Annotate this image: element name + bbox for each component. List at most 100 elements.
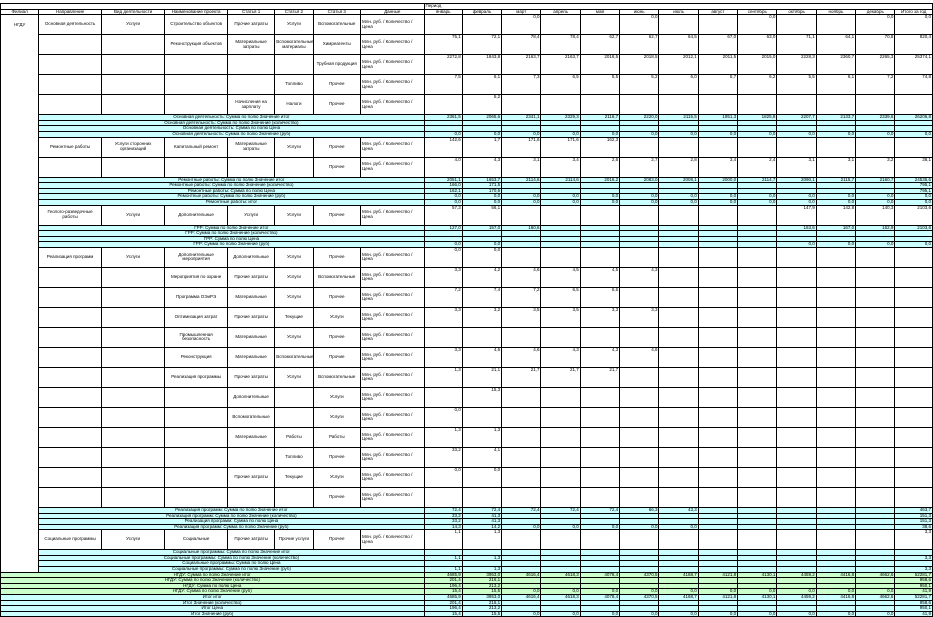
value-cell[interactable] <box>737 406 778 428</box>
category-cell[interactable]: Материальные <box>226 286 276 308</box>
value-cell[interactable] <box>894 326 933 348</box>
category-cell[interactable]: Материальные затраты <box>226 34 276 56</box>
value-cell[interactable] <box>658 406 699 428</box>
value-cell[interactable]: 0,0 <box>619 610 660 617</box>
value-cell[interactable]: 0,0 <box>540 610 581 617</box>
category-cell[interactable]: Вспомогательные <box>312 366 361 388</box>
category-cell[interactable] <box>38 306 102 328</box>
value-cell[interactable]: 2163,7 <box>540 54 581 76</box>
value-cell[interactable] <box>540 14 581 36</box>
category-cell[interactable] <box>100 266 166 288</box>
value-cell[interactable]: 1,3 <box>423 426 463 448</box>
value-cell[interactable] <box>815 136 857 158</box>
category-cell[interactable]: Реализация программы <box>164 366 228 388</box>
value-cell[interactable] <box>855 306 896 328</box>
value-cell[interactable] <box>737 446 778 468</box>
value-cell[interactable]: 0,0 <box>579 610 621 617</box>
value-cell[interactable] <box>815 486 857 508</box>
value-cell[interactable] <box>540 406 581 428</box>
category-cell[interactable]: Дополнительные <box>164 204 228 226</box>
category-cell[interactable]: Прочее <box>312 136 361 158</box>
value-cell[interactable]: 171,6 <box>501 136 542 158</box>
value-cell[interactable]: 7,5 <box>423 74 463 96</box>
value-cell[interactable]: 5,2 <box>461 94 503 116</box>
value-cell[interactable] <box>697 406 739 428</box>
category-cell[interactable] <box>100 74 166 96</box>
value-cell[interactable]: 2,8 <box>658 156 699 178</box>
value-cell[interactable] <box>697 466 739 488</box>
value-cell[interactable]: 0,0 <box>855 14 896 36</box>
category-cell[interactable]: Прочие затраты <box>226 14 276 36</box>
value-cell[interactable] <box>579 386 621 408</box>
category-cell[interactable]: Услуги <box>100 529 166 551</box>
category-cell[interactable]: Прочее <box>312 486 361 508</box>
value-cell[interactable]: 6,5 <box>540 286 581 308</box>
category-cell[interactable] <box>38 486 102 508</box>
category-cell[interactable] <box>0 34 40 55</box>
value-cell[interactable] <box>658 326 699 348</box>
value-cell[interactable] <box>776 346 817 368</box>
value-cell[interactable]: 3,5 <box>501 306 542 328</box>
category-cell[interactable] <box>0 367 40 388</box>
value-cell[interactable] <box>658 346 699 368</box>
category-cell[interactable]: Вспомогательные <box>274 346 314 368</box>
category-cell[interactable] <box>38 426 102 448</box>
category-cell[interactable] <box>100 466 166 488</box>
category-cell[interactable]: Прочее <box>312 204 361 226</box>
category-cell[interactable]: Услуги <box>274 286 314 308</box>
value-cell[interactable]: 15,5 <box>461 610 503 617</box>
value-cell[interactable] <box>855 94 896 116</box>
value-cell[interactable]: 2272,8 <box>423 54 463 76</box>
value-cell[interactable] <box>540 446 581 468</box>
category-cell[interactable]: Прочее <box>312 326 361 348</box>
value-cell[interactable] <box>737 366 778 388</box>
value-cell[interactable] <box>776 386 817 408</box>
value-cell[interactable] <box>697 204 739 226</box>
value-cell[interactable]: 5,2 <box>619 74 660 96</box>
value-cell[interactable]: 5,5 <box>579 74 621 96</box>
category-cell[interactable] <box>164 446 228 468</box>
value-cell[interactable] <box>619 446 660 468</box>
category-cell[interactable]: Вспомогательные <box>312 266 361 288</box>
category-cell[interactable] <box>164 486 228 508</box>
category-cell[interactable]: Прочие затраты <box>226 266 276 288</box>
category-cell[interactable] <box>38 286 102 308</box>
value-cell[interactable] <box>619 94 660 116</box>
value-cell[interactable]: 78,4 <box>501 34 542 56</box>
category-cell[interactable]: НГДУ <box>0 14 40 35</box>
value-cell[interactable] <box>855 446 896 468</box>
value-cell[interactable] <box>540 326 581 348</box>
category-cell[interactable] <box>0 427 40 448</box>
value-cell[interactable] <box>579 204 621 226</box>
category-cell[interactable]: Прочие затраты <box>226 366 276 388</box>
value-cell[interactable] <box>619 136 660 158</box>
category-cell[interactable] <box>274 486 314 508</box>
category-cell[interactable] <box>164 94 228 116</box>
category-cell[interactable] <box>226 446 276 468</box>
value-cell[interactable] <box>894 94 933 116</box>
value-cell[interactable] <box>815 346 857 368</box>
value-cell[interactable] <box>579 14 621 36</box>
value-cell[interactable]: 0,0 <box>501 14 542 36</box>
category-cell[interactable]: Реализация программ <box>38 246 102 268</box>
category-cell[interactable]: Услуги <box>274 266 314 288</box>
value-cell[interactable] <box>737 386 778 408</box>
category-cell[interactable]: Прочее <box>312 74 361 96</box>
value-cell[interactable] <box>658 136 699 158</box>
category-cell[interactable]: Реконструкция <box>164 346 228 368</box>
category-cell[interactable] <box>0 529 40 550</box>
value-cell[interactable] <box>776 426 817 448</box>
value-cell[interactable]: 74,8 <box>894 74 933 96</box>
value-cell[interactable] <box>776 286 817 308</box>
value-cell[interactable]: 0,0 <box>855 610 896 617</box>
category-cell[interactable]: Работы <box>312 426 361 448</box>
category-cell[interactable] <box>164 426 228 448</box>
value-cell[interactable] <box>737 306 778 328</box>
value-cell[interactable] <box>776 94 817 116</box>
value-cell[interactable] <box>501 466 542 488</box>
value-cell[interactable] <box>815 266 857 288</box>
category-cell[interactable] <box>38 366 102 388</box>
value-cell[interactable] <box>815 306 857 328</box>
category-cell[interactable] <box>100 54 166 76</box>
value-cell[interactable]: 5,7 <box>697 74 739 96</box>
